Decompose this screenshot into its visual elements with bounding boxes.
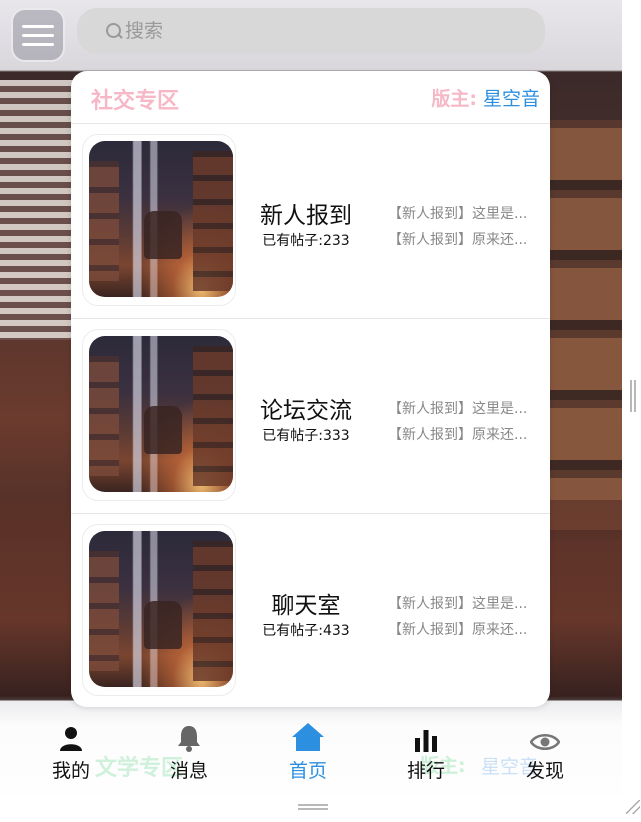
latest-post-link[interactable]: 【新人报到】这里是... xyxy=(388,593,538,613)
latest-post-link[interactable]: 【新人报到】这里是... xyxy=(388,203,538,223)
board-row[interactable]: 聊天室 已有帖子:433 【新人报到】这里是... 【新人报到】原来还... xyxy=(71,514,550,707)
bar-chart-icon xyxy=(386,718,466,752)
section-title: 社交专区 xyxy=(91,89,180,114)
board-post-count: 已有帖子:333 xyxy=(262,428,350,444)
menu-line xyxy=(22,42,54,46)
board-row[interactable]: 论坛交流 已有帖子:333 【新人报到】这里是... 【新人报到】原来还... xyxy=(71,319,550,514)
board-name[interactable]: 新人报到 xyxy=(236,196,376,230)
library-image xyxy=(89,336,233,492)
menu-line xyxy=(22,24,54,28)
moderator-info: 版主: 星空音 xyxy=(431,84,540,111)
resize-handle-icon[interactable] xyxy=(298,804,328,810)
board-name[interactable]: 聊天室 xyxy=(236,586,376,620)
corner-resize-icon[interactable] xyxy=(626,800,640,814)
tab-label: 消息 xyxy=(169,760,208,782)
tab-messages[interactable]: 消息 xyxy=(149,718,229,783)
tab-label: 排行 xyxy=(406,760,445,782)
library-image xyxy=(89,141,233,297)
library-image xyxy=(89,531,233,687)
search-bar[interactable] xyxy=(77,8,545,54)
moderator-name[interactable]: 星空音 xyxy=(483,88,540,110)
board-post-count: 已有帖子:433 xyxy=(262,623,350,639)
tab-ranking[interactable]: 排行 xyxy=(386,718,466,783)
board-thumbnail[interactable] xyxy=(82,134,236,306)
menu-button[interactable] xyxy=(11,8,65,62)
board-thumbnail[interactable] xyxy=(82,524,236,696)
panel-header: 社交专区 版主: 星空音 xyxy=(71,71,550,124)
latest-post-link[interactable]: 【新人报到】原来还... xyxy=(388,619,538,639)
scroll-grip-icon[interactable] xyxy=(630,380,636,412)
home-icon xyxy=(268,718,348,752)
tab-home[interactable]: 首页 xyxy=(268,718,348,783)
tab-label: 首页 xyxy=(288,760,327,782)
tab-label: 发现 xyxy=(525,760,564,782)
latest-post-link[interactable]: 【新人报到】这里是... xyxy=(388,398,538,418)
board-post-count: 已有帖子:233 xyxy=(262,233,350,249)
board-name[interactable]: 论坛交流 xyxy=(236,391,376,425)
board-row[interactable]: 新人报到 已有帖子:233 【新人报到】这里是... 【新人报到】原来还... xyxy=(71,124,550,319)
latest-post-link[interactable]: 【新人报到】原来还... xyxy=(388,229,538,249)
search-icon xyxy=(105,22,123,40)
tab-discover[interactable]: 发现 xyxy=(505,718,585,783)
user-icon xyxy=(31,718,111,752)
menu-line xyxy=(22,33,54,37)
moderator-label: 版主: xyxy=(431,88,477,110)
eye-icon xyxy=(505,718,585,752)
search-input[interactable] xyxy=(125,20,505,42)
bell-icon xyxy=(149,718,229,752)
tab-label: 我的 xyxy=(51,760,90,782)
board-thumbnail[interactable] xyxy=(82,329,236,501)
latest-post-link[interactable]: 【新人报到】原来还... xyxy=(388,424,538,444)
forum-section-panel: 社交专区 版主: 星空音 新人报到 已有帖子:233 【新人报到】这里是... … xyxy=(71,71,550,707)
tab-mine[interactable]: 我的 xyxy=(31,718,111,783)
